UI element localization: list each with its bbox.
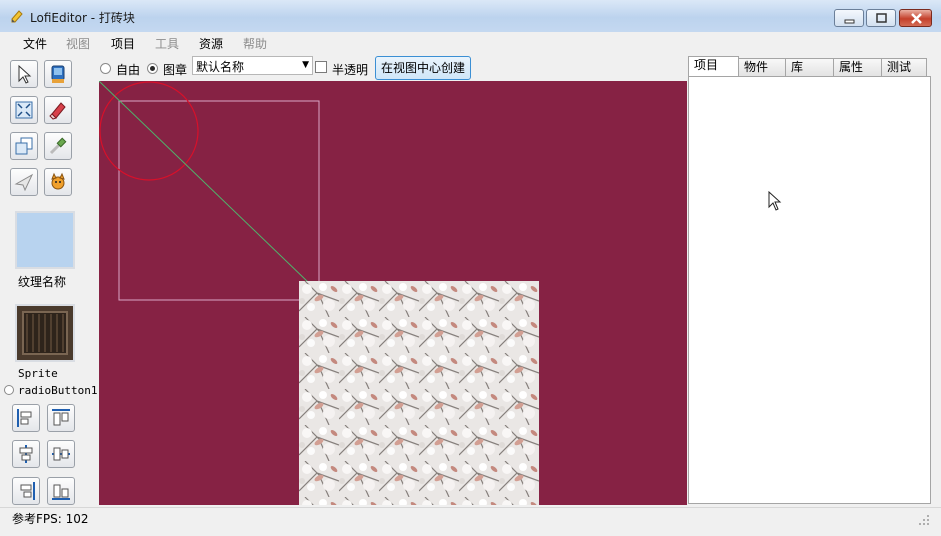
resize-grip-icon[interactable]: [918, 514, 930, 529]
eraser-icon: [49, 102, 66, 120]
sprite-thumbnail[interactable]: [15, 304, 75, 362]
align-right-icon: [20, 482, 35, 500]
chevron-down-icon: ▼: [302, 60, 309, 70]
align-center-h-button[interactable]: [47, 440, 75, 468]
layers-icon: [15, 137, 33, 155]
texture-swatch[interactable]: [15, 211, 75, 269]
send-tool-button[interactable]: [10, 168, 38, 196]
mode-stamp-label: 图章: [163, 63, 188, 77]
select-tool-button[interactable]: [10, 60, 38, 88]
fps-status: 参考FPS: 102: [12, 512, 89, 526]
align-right-button[interactable]: [12, 477, 40, 505]
status-bar: [0, 507, 941, 536]
flower-texture-image[interactable]: [299, 281, 539, 505]
tab-objects[interactable]: 物件: [738, 58, 786, 76]
guide-line: [99, 81, 310, 284]
project-tab-content[interactable]: [688, 76, 931, 504]
eyedropper-icon: [49, 137, 67, 155]
tab-library[interactable]: 库: [785, 58, 834, 76]
tab-project[interactable]: 项目: [688, 56, 739, 77]
create-at-view-center-button[interactable]: 在视图中心创建: [375, 56, 471, 80]
mode-free-label: 自由: [116, 63, 141, 77]
sprite-crate-image: [17, 306, 73, 360]
menu-view[interactable]: 视图: [66, 35, 90, 52]
cat-sprite-icon: [51, 172, 65, 190]
maximize-button[interactable]: [866, 9, 896, 27]
align-left-icon: [17, 409, 32, 427]
window-title: LofiEditor - 打砖块: [30, 11, 135, 25]
sprite-label: Sprite: [18, 367, 58, 380]
flower-photo: [299, 281, 539, 505]
align-top-icon: [52, 409, 70, 426]
fit-view-button[interactable]: [10, 96, 38, 124]
mode-stamp-radio[interactable]: [147, 63, 158, 74]
name-combo-box[interactable]: 默认名称 ▼: [192, 56, 313, 75]
menu-file[interactable]: 文件: [23, 35, 47, 52]
minimize-button[interactable]: [834, 9, 864, 27]
fill-tool-button[interactable]: [44, 60, 72, 88]
align-left-button[interactable]: [12, 404, 40, 432]
align-bottom-icon: [52, 484, 70, 500]
minimize-icon: [844, 19, 855, 24]
texture-name-label: 纹理名称: [18, 275, 67, 289]
semi-transparent-checkbox[interactable]: [315, 61, 327, 73]
align-center-v-icon: [19, 445, 33, 463]
tab-properties[interactable]: 属性: [833, 58, 882, 76]
menu-project[interactable]: 项目: [111, 35, 135, 52]
close-icon: [911, 13, 922, 24]
menu-bar: [0, 32, 941, 54]
paint-bucket-icon: [51, 65, 65, 83]
mouse-cursor-icon: [768, 190, 782, 214]
select-arrow-icon: [18, 64, 32, 84]
align-center-v-button[interactable]: [12, 440, 40, 468]
sprite-tool-button[interactable]: [44, 168, 72, 196]
selection-rectangle: [118, 100, 320, 301]
menu-help[interactable]: 帮助: [243, 35, 267, 52]
menu-resources[interactable]: 资源: [199, 35, 223, 52]
close-button[interactable]: [899, 9, 932, 27]
paper-plane-icon: [14, 173, 34, 192]
eraser-tool-button[interactable]: [44, 96, 72, 124]
fit-view-icon: [15, 101, 33, 119]
tab-test[interactable]: 测试: [881, 58, 927, 76]
radio-button-1-label: radioButton1: [18, 384, 98, 397]
mode-free-radio[interactable]: [100, 63, 111, 74]
layers-tool-button[interactable]: [10, 132, 38, 160]
align-top-button[interactable]: [47, 404, 75, 432]
align-bottom-button[interactable]: [47, 477, 75, 505]
align-center-h-icon: [52, 447, 70, 461]
app-window: LofiEditor - 打砖块 文件 视图 项目 工具 资源 帮助 纹理名称 …: [0, 0, 941, 536]
title-bar[interactable]: [0, 0, 941, 33]
maximize-icon: [876, 13, 887, 23]
menu-tools[interactable]: 工具: [155, 35, 179, 52]
semi-transparent-label: 半透明: [332, 63, 369, 77]
app-pencil-icon: [10, 9, 24, 23]
name-combo-value: 默认名称: [196, 60, 245, 74]
eyedropper-tool-button[interactable]: [44, 132, 72, 160]
radio-button-1[interactable]: [4, 385, 14, 395]
editor-canvas[interactable]: [99, 81, 687, 505]
